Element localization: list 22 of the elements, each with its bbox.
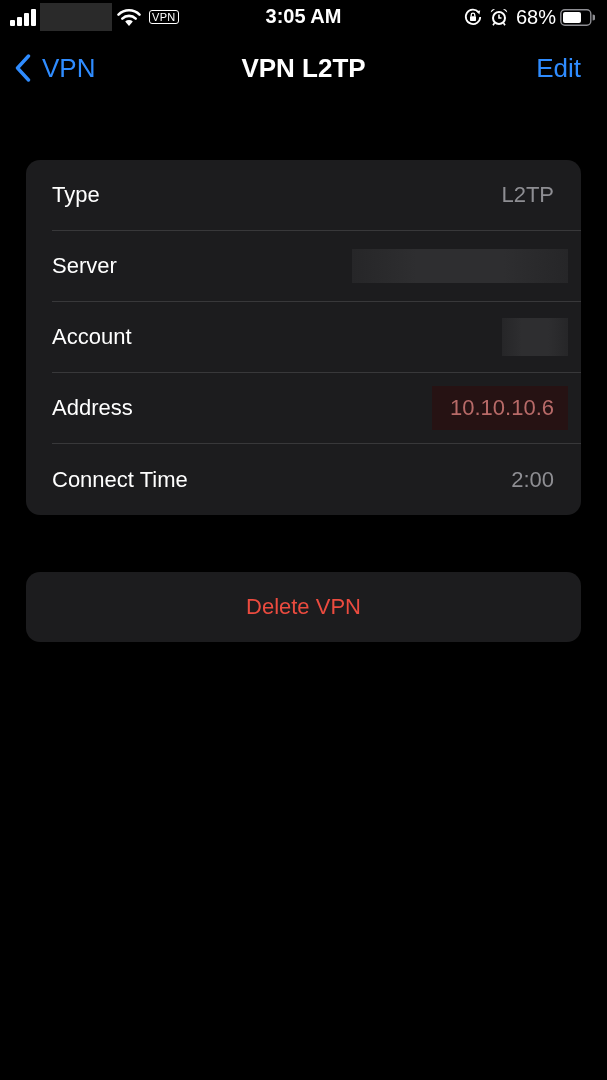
row-label: Type [52, 182, 100, 208]
page-title: VPN L2TP [241, 52, 366, 84]
status-time: 3:05 AM [265, 5, 342, 28]
highlighted-value: 10.10.10.6 [432, 386, 568, 430]
row-label: Server [52, 253, 117, 279]
row-value: 2:00 [511, 466, 554, 493]
row-value: L2TP [501, 182, 554, 208]
back-button[interactable]: VPN [15, 52, 96, 84]
vpn-badge: VPN [149, 10, 179, 24]
edit-button[interactable]: Edit [536, 52, 581, 84]
signal-icon [10, 8, 37, 26]
battery-percent: 68% [515, 5, 556, 29]
wifi-icon [117, 8, 141, 26]
row-label: Address [52, 395, 133, 421]
row-label: Account [52, 324, 132, 350]
redacted-block [40, 3, 112, 31]
delete-vpn-button[interactable]: Delete VPN [26, 572, 581, 642]
orientation-lock-icon [463, 8, 482, 26]
battery-icon [560, 8, 595, 26]
alarm-clock-icon [489, 8, 508, 26]
chevron-left-icon [15, 54, 31, 82]
row-label: Connect Time [52, 466, 188, 493]
